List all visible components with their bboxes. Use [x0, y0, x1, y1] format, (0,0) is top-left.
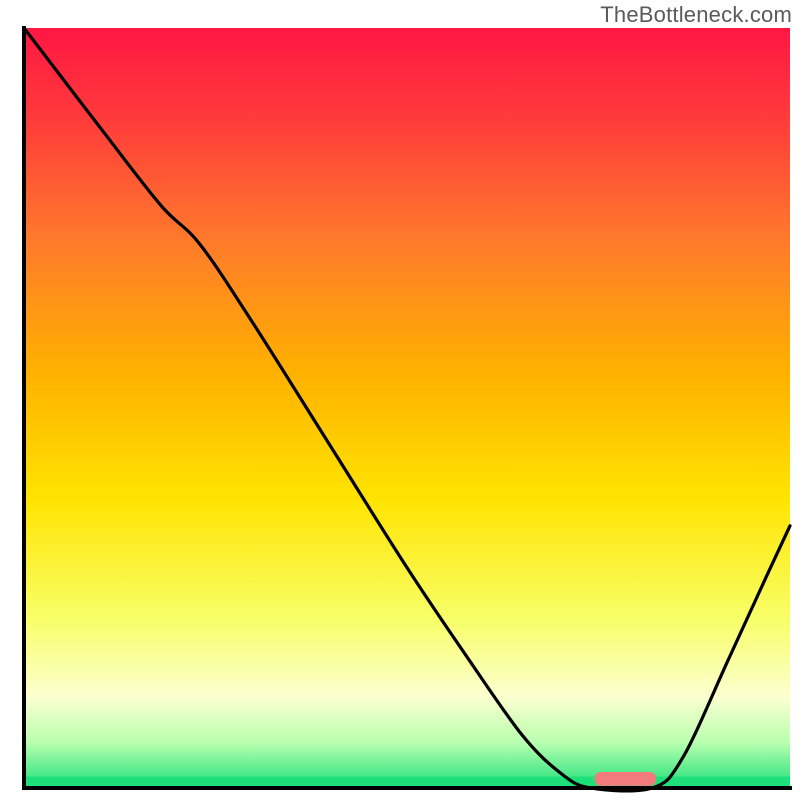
- watermark-label: TheBottleneck.com: [600, 2, 792, 28]
- bottleneck-curve-chart: [0, 0, 800, 800]
- plot-background: [24, 28, 790, 788]
- optimal-range-marker: [595, 772, 656, 786]
- chart-container: TheBottleneck.com: [0, 0, 800, 800]
